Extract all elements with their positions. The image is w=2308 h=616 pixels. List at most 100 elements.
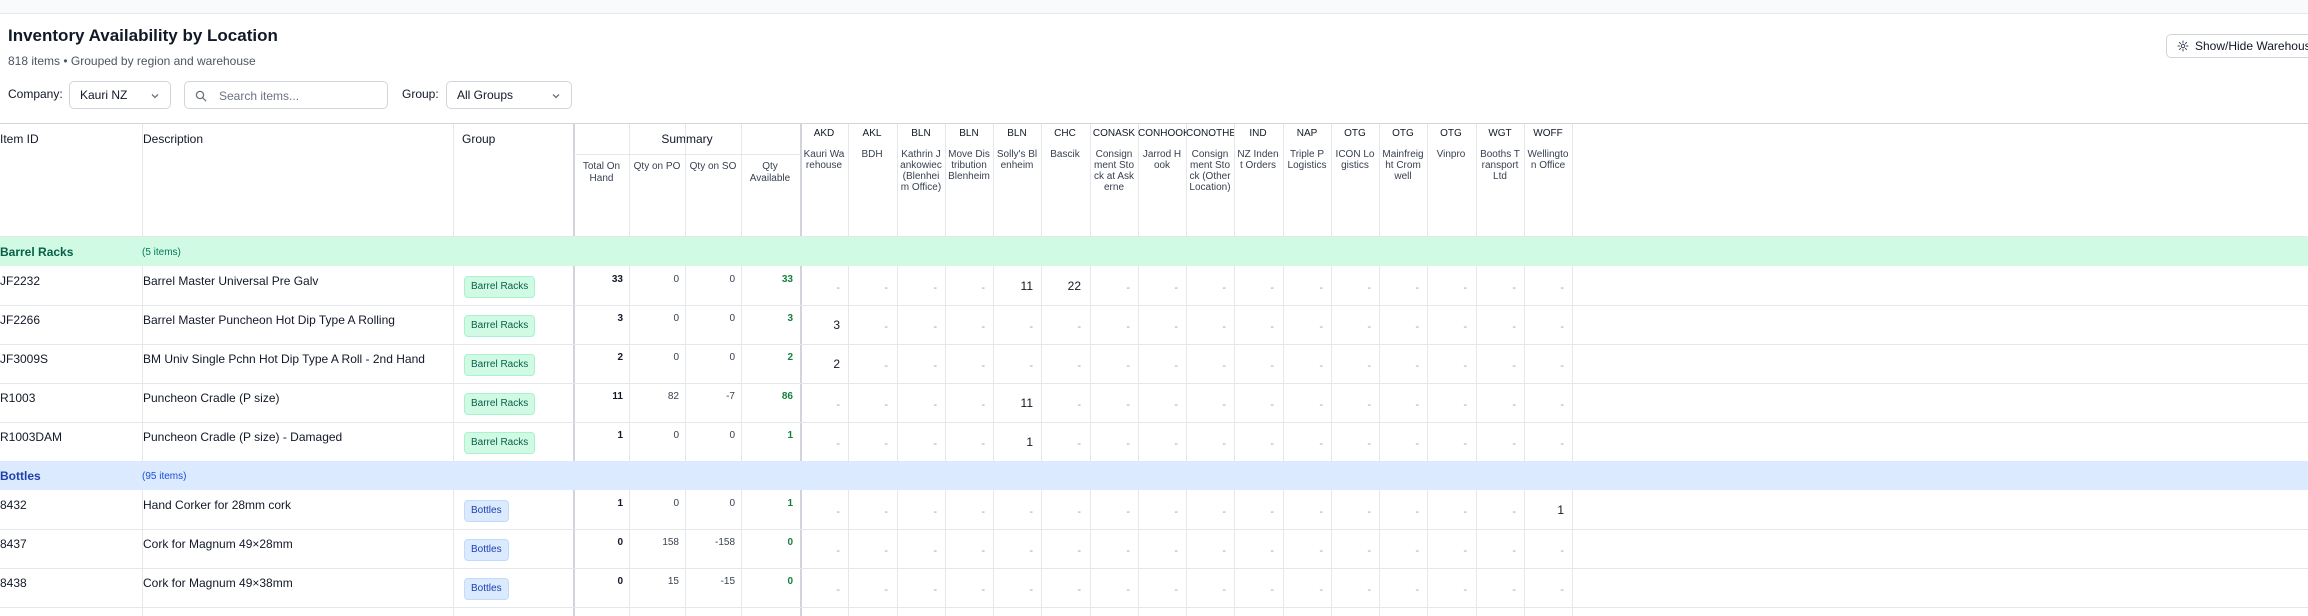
header-summary-col[interactable]: Total On Hand	[574, 161, 629, 185]
warehouse-qty: -	[1222, 360, 1226, 372]
header-summary-col[interactable]: Qty Available	[741, 161, 799, 185]
item-description: Cork for Magnum 49×28mm	[143, 537, 293, 551]
warehouse-code[interactable]: AKL	[848, 128, 896, 140]
warehouse-qty: -	[1367, 282, 1371, 294]
warehouse-qty: -	[1560, 584, 1564, 596]
group-header-bottles[interactable]: Bottles (95 items)	[0, 461, 2308, 490]
warehouse-qty: -	[1560, 399, 1564, 411]
summary-qty-on-so: 0	[729, 498, 735, 509]
warehouse-code[interactable]: WOFF	[1524, 128, 1572, 140]
warehouse-qty: -	[1560, 321, 1564, 333]
warehouse-qty: -	[1222, 438, 1226, 450]
summary-total-on-hand: 0	[617, 576, 623, 587]
inventory-table: Item ID Description Group Summary Total …	[0, 123, 2308, 616]
table-row[interactable]: 8432 Hand Corker for 28mm cork Bottles 1 0 0 1…	[0, 490, 2308, 530]
warehouse-qty: -	[1319, 399, 1323, 411]
summary-total-on-hand: 0	[617, 537, 623, 548]
warehouse-name: Triple P Logistics	[1287, 149, 1327, 171]
warehouse-qty: -	[884, 282, 888, 294]
table-row[interactable]: R1003 Puncheon Cradle (P size) Barrel Rack…	[0, 383, 2308, 423]
warehouse-qty: -	[1222, 399, 1226, 411]
warehouse-qty: -	[1270, 321, 1274, 333]
group-badge: Bottles	[464, 500, 509, 522]
warehouse-qty: -	[1174, 584, 1178, 596]
header-summary-col[interactable]: Qty on SO	[685, 161, 741, 173]
warehouse-qty: -	[1029, 321, 1033, 333]
warehouse-code[interactable]: CONASK	[1090, 128, 1138, 140]
warehouse-code[interactable]: NAP	[1283, 128, 1331, 140]
group-badge: Bottles	[464, 578, 509, 600]
warehouse-qty: 11	[1020, 279, 1033, 293]
warehouse-qty: -	[1222, 545, 1226, 557]
table-row[interactable]: JF3009S BM Univ Single Pchn Hot Dip Type …	[0, 344, 2308, 384]
table-row[interactable]: 8438 Cork for Magnum 49×38mm Bottles 0 15 -15…	[0, 568, 2308, 608]
warehouse-code[interactable]: BLN	[945, 128, 993, 140]
warehouse-qty: -	[836, 545, 840, 557]
warehouse-qty: -	[884, 506, 888, 518]
warehouse-qty: -	[1222, 506, 1226, 518]
warehouse-qty: -	[1077, 545, 1081, 557]
warehouse-qty: -	[1367, 360, 1371, 372]
summary-total-on-hand: 1	[617, 430, 623, 441]
page-subtitle: 818 items • Grouped by region and wareho…	[8, 54, 256, 68]
summary-qty-available: 3	[787, 313, 793, 324]
group-header-barrel-racks[interactable]: Barrel Racks (5 items)	[0, 237, 2308, 266]
warehouse-code[interactable]: CONHOOK	[1138, 128, 1186, 140]
warehouse-code[interactable]: OTG	[1331, 128, 1379, 140]
summary-qty-on-so: 0	[729, 430, 735, 441]
item-description: Barrel Master Universal Pre Galv	[143, 274, 319, 288]
show-hide-warehouses-button[interactable]: Show/Hide Warehouses	[2166, 34, 2308, 58]
warehouse-qty: -	[1560, 282, 1564, 294]
warehouse-qty: -	[884, 545, 888, 557]
warehouse-qty: -	[1222, 321, 1226, 333]
warehouse-code[interactable]: OTG	[1379, 128, 1427, 140]
warehouse-code[interactable]: WGT	[1476, 128, 1524, 140]
summary-qty-on-so: -15	[720, 576, 735, 587]
summary-qty-available: 33	[781, 274, 793, 285]
chevron-down-icon	[552, 94, 560, 99]
warehouse-qty: -	[1126, 506, 1130, 518]
search-input[interactable]	[217, 86, 381, 106]
warehouse-qty: -	[1270, 282, 1274, 294]
warehouse-qty: -	[1512, 584, 1516, 596]
header-group[interactable]: Group	[462, 132, 495, 146]
warehouse-name: ICON Logistics	[1335, 149, 1375, 171]
warehouse-qty: -	[1029, 360, 1033, 372]
search-field[interactable]	[184, 81, 388, 109]
header-item-id[interactable]: Item ID	[0, 132, 39, 146]
warehouse-code[interactable]: CONOTHER	[1186, 128, 1234, 140]
summary-qty-available: 1	[787, 430, 793, 441]
table-row[interactable]: R1003DAM Puncheon Cradle (P size) - Damag…	[0, 422, 2308, 462]
warehouse-qty: -	[1463, 545, 1467, 557]
summary-qty-on-po: 82	[667, 391, 679, 402]
warehouse-qty: -	[1270, 545, 1274, 557]
table-row[interactable]: JF2266 Barrel Master Puncheon Hot Dip Typ…	[0, 305, 2308, 345]
warehouse-qty: -	[1174, 321, 1178, 333]
group-select[interactable]: All Groups	[446, 81, 572, 109]
table-row[interactable]: 8437 Cork for Magnum 49×28mm Bottles 0 158 -1…	[0, 529, 2308, 569]
header-description[interactable]: Description	[143, 132, 203, 146]
warehouse-code[interactable]: IND	[1234, 128, 1282, 140]
table-row[interactable]: JF2232 Barrel Master Universal Pre Galv Ba…	[0, 266, 2308, 306]
warehouse-name: Kathrin Jankowiec (Blenheim Office)	[900, 149, 942, 193]
warehouse-qty: 1	[1026, 435, 1033, 449]
warehouse-qty: 2	[833, 357, 840, 371]
warehouse-code[interactable]: CHC	[1041, 128, 1089, 140]
warehouse-qty: -	[1415, 438, 1419, 450]
group-badge: Barrel Racks	[464, 315, 536, 337]
item-id: JF2232	[0, 274, 41, 288]
warehouse-qty: -	[1367, 321, 1371, 333]
warehouse-code[interactable]: BLN	[993, 128, 1041, 140]
group-name: Barrel Racks	[0, 245, 74, 259]
warehouse-code[interactable]: BLN	[897, 128, 945, 140]
warehouse-qty: -	[1126, 399, 1130, 411]
summary-qty-on-po: 0	[673, 352, 679, 363]
header-summary-col[interactable]: Qty on PO	[629, 161, 685, 173]
warehouse-code[interactable]: OTG	[1427, 128, 1475, 140]
summary-qty-on-po: 0	[673, 274, 679, 285]
warehouse-name: Kauri Warehouse	[803, 149, 845, 171]
warehouse-qty: -	[1512, 545, 1516, 557]
company-select[interactable]: Kauri NZ	[69, 81, 171, 109]
warehouse-code[interactable]: AKD	[800, 128, 848, 140]
warehouse-qty: -	[1077, 506, 1081, 518]
